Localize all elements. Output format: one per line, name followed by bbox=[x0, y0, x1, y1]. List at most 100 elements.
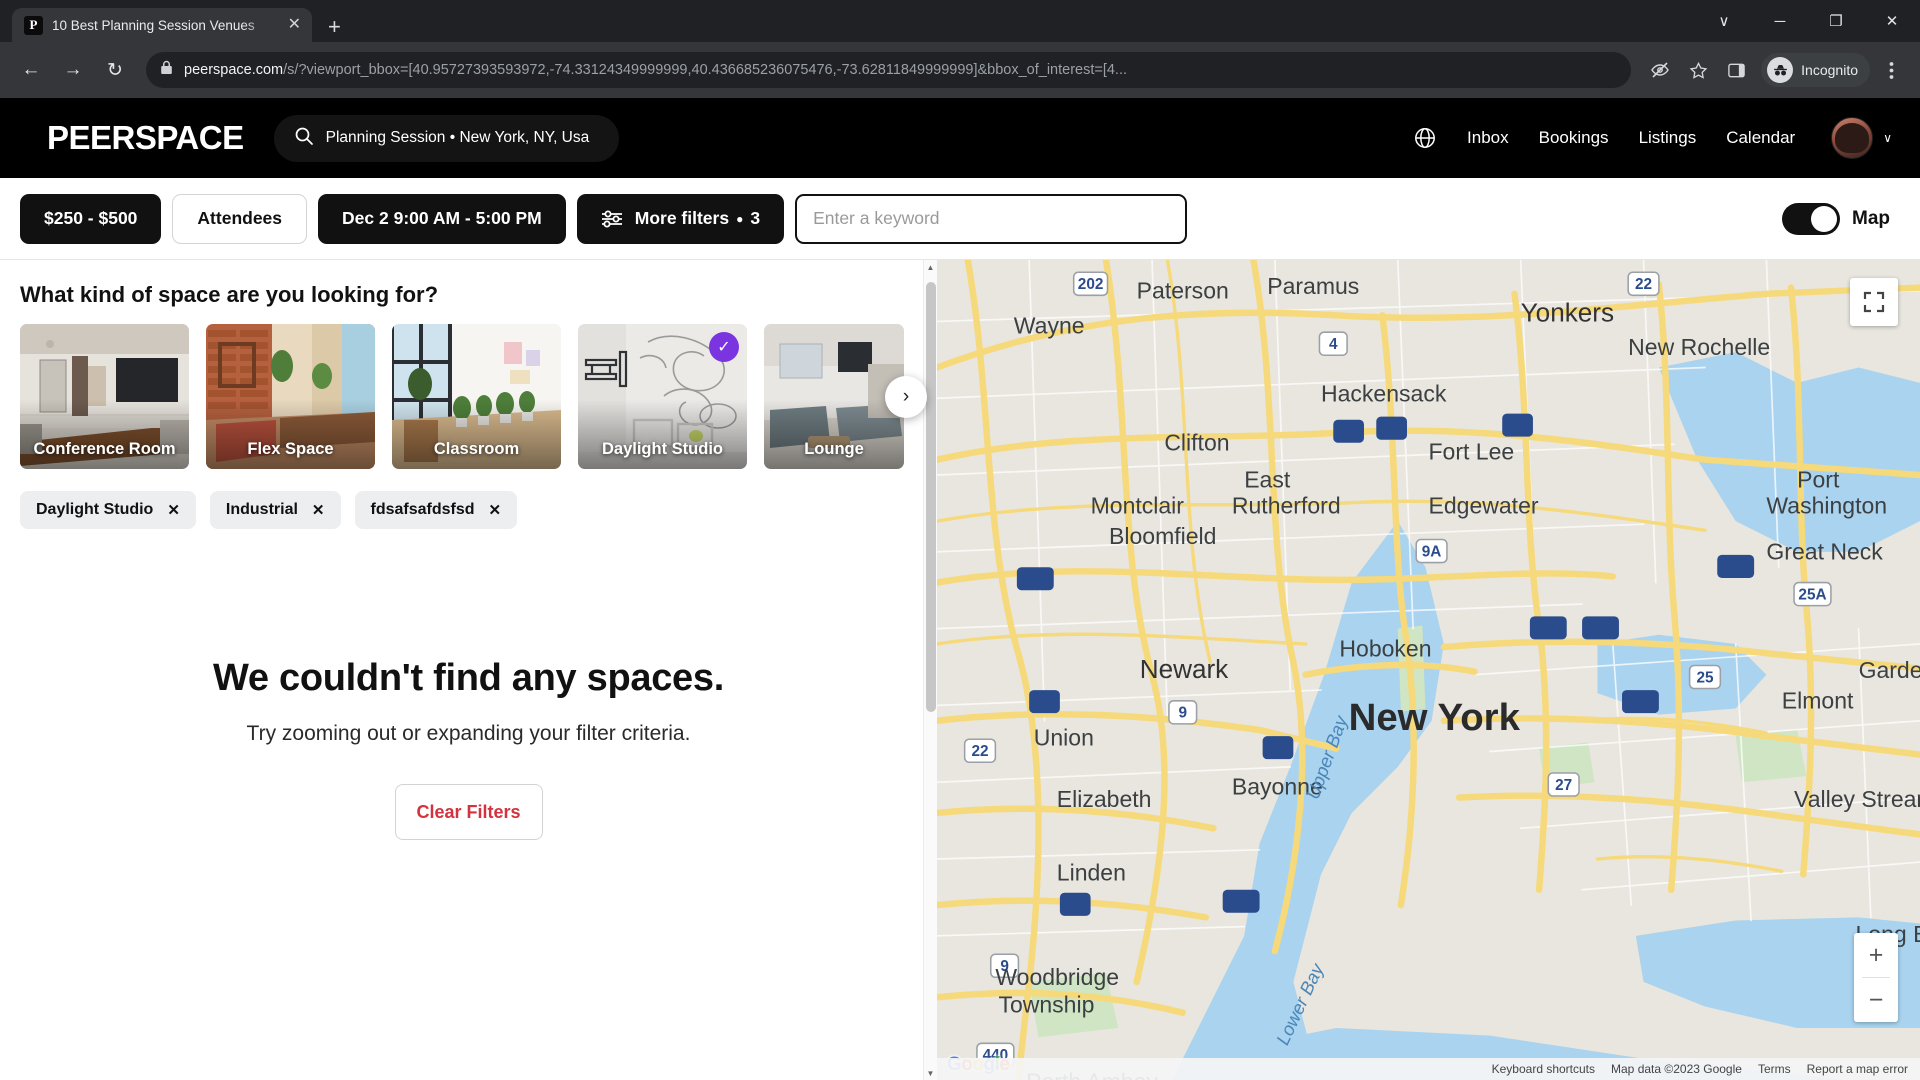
svg-text:278: 278 bbox=[1228, 894, 1254, 911]
nav-item-bookings[interactable]: Bookings bbox=[1539, 128, 1609, 148]
space-card-conference-room[interactable]: Conference Room bbox=[20, 324, 189, 469]
peerspace-logo[interactable]: PEERSPACE bbox=[47, 119, 244, 157]
browser-toolbar: ← → ↻ peerspace.com/s/?viewport_bbox=[40… bbox=[0, 42, 1920, 98]
nav-item-listings[interactable]: Listings bbox=[1639, 128, 1697, 148]
avatar[interactable] bbox=[1831, 117, 1874, 159]
url-domain: peerspace.com bbox=[184, 62, 284, 78]
scroll-down-icon[interactable]: ▼ bbox=[924, 1066, 937, 1080]
svg-text:Rutherford: Rutherford bbox=[1232, 492, 1341, 518]
svg-text:Great Neck: Great Neck bbox=[1766, 539, 1883, 565]
svg-text:25: 25 bbox=[1696, 669, 1714, 686]
space-card-daylight-studio[interactable]: ✓ Daylight Studio bbox=[578, 324, 747, 469]
svg-text:Yonkers: Yonkers bbox=[1521, 297, 1614, 327]
close-window-button[interactable]: ✕ bbox=[1864, 0, 1920, 42]
svg-text:New Rochelle: New Rochelle bbox=[1628, 334, 1770, 360]
space-card-classroom[interactable]: Classroom bbox=[392, 324, 561, 469]
header-nav: Inbox Bookings Listings Calendar ∨ bbox=[1413, 117, 1900, 159]
svg-text:Clifton: Clifton bbox=[1164, 429, 1229, 455]
more-filters-count: 3 bbox=[750, 208, 761, 228]
url-path: /s/?viewport_bbox=[40.95727393593972,-74… bbox=[283, 62, 1128, 78]
svg-text:678: 678 bbox=[1628, 694, 1654, 711]
filter-chip-keyword[interactable]: fdsafsafdsfsd ✕ bbox=[354, 491, 518, 529]
address-bar[interactable]: peerspace.com/s/?viewport_bbox=[40.95727… bbox=[146, 52, 1632, 88]
svg-text:Hoboken: Hoboken bbox=[1339, 635, 1431, 661]
svg-text:80: 80 bbox=[1340, 424, 1357, 441]
svg-text:Union: Union bbox=[1034, 724, 1094, 750]
sliders-icon bbox=[601, 210, 623, 228]
incognito-label: Incognito bbox=[1801, 62, 1858, 78]
nav-item-calendar[interactable]: Calendar bbox=[1726, 128, 1795, 148]
clear-filters-button[interactable]: Clear Filters bbox=[394, 784, 543, 840]
map-zoom-controls: + − bbox=[1854, 933, 1898, 1022]
account-menu[interactable]: ∨ bbox=[1831, 117, 1892, 159]
more-filters-dot: ● bbox=[736, 211, 744, 226]
close-icon[interactable]: ✕ bbox=[489, 501, 502, 519]
scroll-up-icon[interactable]: ▲ bbox=[924, 260, 937, 274]
svg-text:Elizabeth: Elizabeth bbox=[1057, 786, 1152, 812]
svg-text:East: East bbox=[1244, 466, 1291, 492]
space-card-label: Daylight Studio bbox=[602, 440, 723, 458]
svg-text:New York: New York bbox=[1349, 696, 1521, 739]
map-zoom-out-button[interactable]: − bbox=[1854, 978, 1898, 1022]
carousel-next-icon[interactable]: › bbox=[885, 375, 927, 418]
close-icon[interactable]: ✕ bbox=[167, 501, 180, 519]
chevron-down-icon[interactable]: ∨ bbox=[1696, 0, 1752, 42]
forward-icon[interactable]: → bbox=[54, 51, 92, 89]
map-toggle[interactable]: Map bbox=[1782, 202, 1900, 235]
svg-text:22: 22 bbox=[1635, 276, 1652, 293]
report-map-error-link[interactable]: Report a map error bbox=[1799, 1062, 1916, 1076]
attendees-filter-button[interactable]: Attendees bbox=[172, 193, 308, 244]
price-filter-button[interactable]: $250 - $500 bbox=[20, 193, 162, 244]
browser-window: P 10 Best Planning Session Venues ✕ + ∨ … bbox=[0, 0, 1920, 1080]
svg-text:Montclair: Montclair bbox=[1091, 492, 1185, 518]
side-panel-icon[interactable] bbox=[1719, 53, 1753, 87]
svg-text:Township: Township bbox=[998, 992, 1094, 1018]
map-zoom-in-button[interactable]: + bbox=[1854, 933, 1898, 977]
eye-slash-icon[interactable] bbox=[1643, 53, 1677, 87]
svg-text:Bloomfield: Bloomfield bbox=[1109, 523, 1216, 549]
map-panel[interactable]: 202 22 4 80 95 87 9A 280 278 495 295 25A… bbox=[937, 260, 1920, 1080]
svg-text:Port: Port bbox=[1797, 466, 1840, 492]
header-search-bar[interactable]: Planning Session • New York, NY, Usa bbox=[273, 114, 619, 162]
content-area: What kind of space are you looking for? bbox=[0, 260, 1920, 1080]
terms-link[interactable]: Terms bbox=[1750, 1062, 1799, 1076]
chevron-down-icon[interactable]: ∨ bbox=[1883, 131, 1892, 145]
maximize-button[interactable]: ❐ bbox=[1808, 0, 1864, 42]
globe-icon[interactable] bbox=[1413, 126, 1437, 150]
svg-text:Hackensack: Hackensack bbox=[1321, 380, 1447, 406]
star-icon[interactable] bbox=[1681, 53, 1715, 87]
minimize-button[interactable]: ─ bbox=[1752, 0, 1808, 42]
date-filter-button[interactable]: Dec 2 9:00 AM - 5:00 PM bbox=[318, 193, 566, 244]
scrollbar-thumb[interactable] bbox=[926, 282, 936, 712]
results-scrollbar[interactable]: ▲ ▼ bbox=[923, 260, 937, 1080]
space-type-question: What kind of space are you looking for? bbox=[20, 282, 439, 307]
svg-text:Elmont: Elmont bbox=[1782, 687, 1854, 713]
close-icon[interactable]: ✕ bbox=[312, 501, 325, 519]
nav-item-inbox[interactable]: Inbox bbox=[1467, 128, 1509, 148]
page-content: PEERSPACE Planning Session • New York, N… bbox=[0, 98, 1920, 1080]
fullscreen-icon bbox=[1863, 291, 1885, 313]
filter-chip-daylight-studio[interactable]: Daylight Studio ✕ bbox=[20, 491, 196, 529]
new-tab-button[interactable]: + bbox=[328, 16, 341, 38]
space-card-lounge[interactable]: Lounge bbox=[764, 324, 904, 469]
back-icon[interactable]: ← bbox=[12, 51, 50, 89]
empty-state-subtitle: Try zooming out or expanding your filter… bbox=[246, 722, 691, 745]
svg-text:27: 27 bbox=[1555, 777, 1572, 794]
keyboard-shortcuts-link[interactable]: Keyboard shortcuts bbox=[1484, 1062, 1603, 1076]
space-card-flex-space[interactable]: Flex Space bbox=[206, 324, 375, 469]
svg-text:22: 22 bbox=[971, 743, 988, 760]
map-canvas[interactable]: 202 22 4 80 95 87 9A 280 278 495 295 25A… bbox=[937, 260, 1920, 1080]
map-toggle-switch[interactable] bbox=[1782, 202, 1840, 235]
incognito-profile-button[interactable]: Incognito bbox=[1761, 53, 1870, 87]
space-card-label: Lounge bbox=[804, 440, 864, 458]
more-filters-button[interactable]: More filters ● 3 bbox=[576, 193, 785, 244]
svg-text:202: 202 bbox=[1078, 276, 1104, 293]
reload-icon[interactable]: ↻ bbox=[96, 51, 134, 89]
close-icon[interactable]: ✕ bbox=[285, 14, 304, 36]
svg-text:Paterson: Paterson bbox=[1137, 277, 1229, 303]
kebab-menu-icon[interactable] bbox=[1874, 53, 1908, 87]
keyword-input[interactable] bbox=[795, 193, 1188, 244]
browser-tab[interactable]: P 10 Best Planning Session Venues ✕ bbox=[12, 8, 312, 42]
filter-chip-industrial[interactable]: Industrial ✕ bbox=[209, 491, 341, 529]
map-fullscreen-button[interactable] bbox=[1850, 278, 1898, 326]
